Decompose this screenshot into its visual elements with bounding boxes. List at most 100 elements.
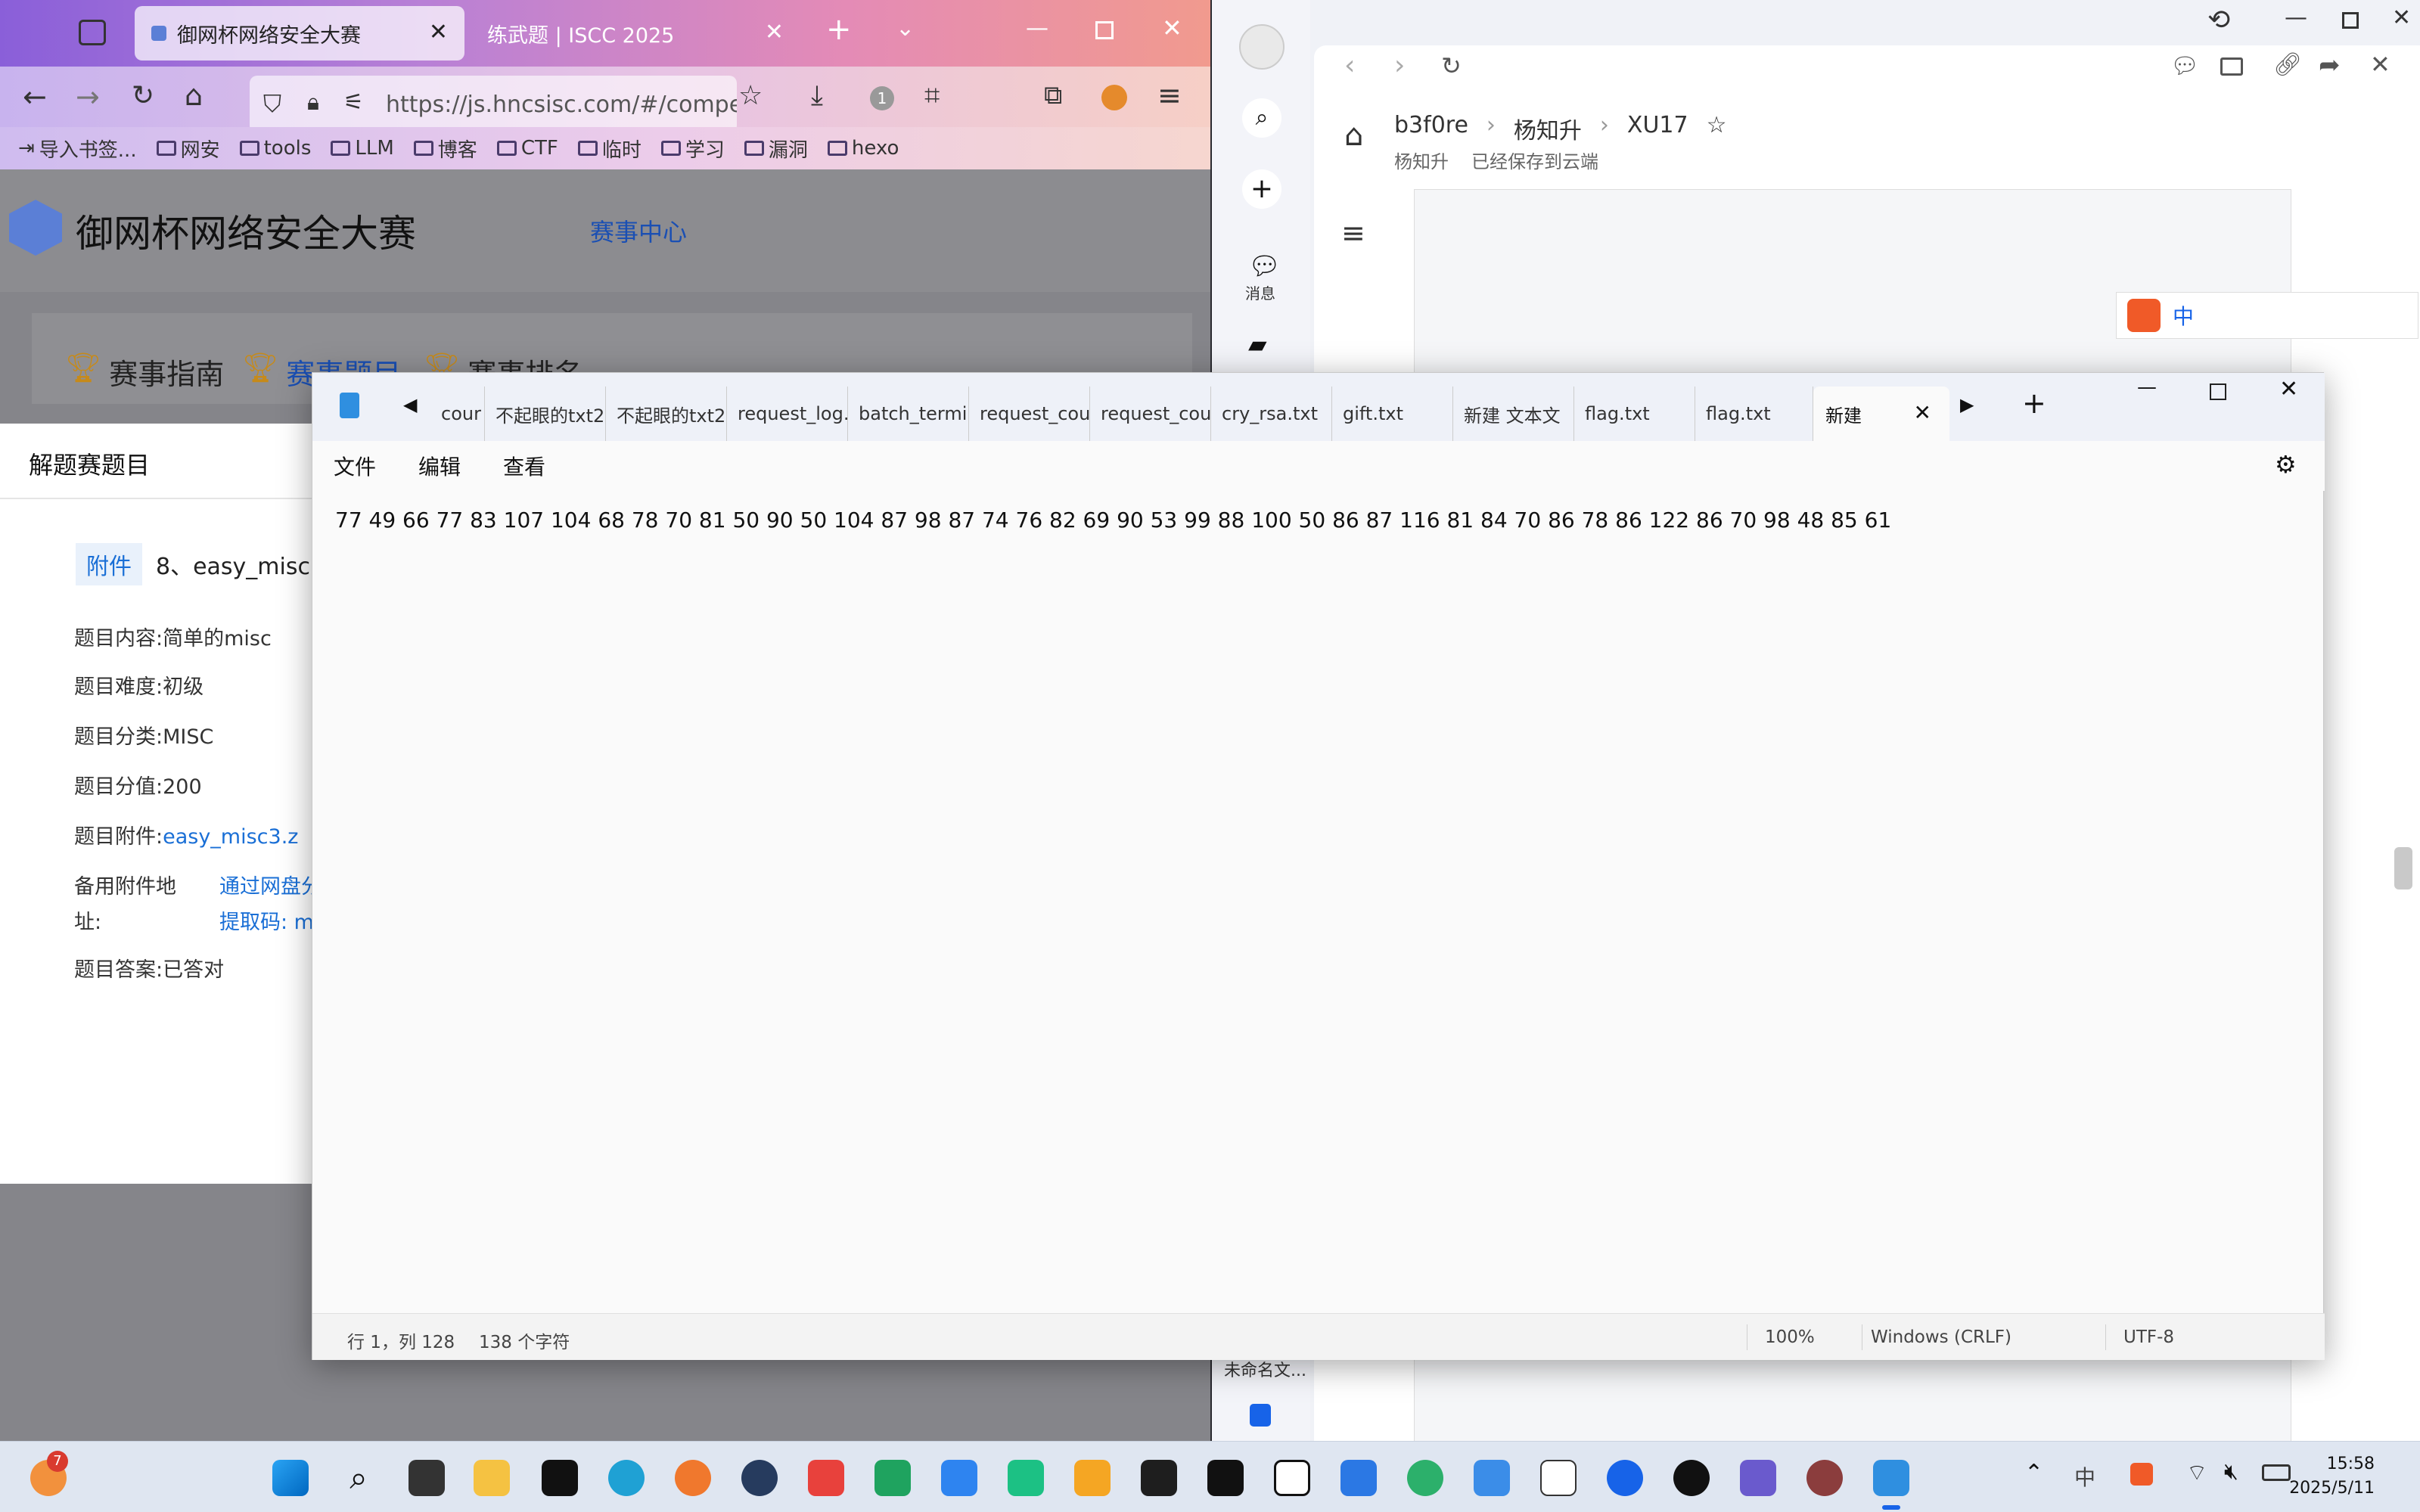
close-window-icon[interactable]: ✕: [2392, 5, 2411, 31]
bookmark-folder[interactable]: 博客: [413, 135, 477, 163]
app-icon[interactable]: [1607, 1460, 1643, 1496]
star-icon[interactable]: ☆: [738, 80, 763, 111]
close-tab-icon[interactable]: ✕: [429, 21, 448, 44]
notepad-tab[interactable]: gift.txt: [1332, 387, 1453, 441]
menu-view[interactable]: 查看: [503, 451, 545, 481]
zoom-level[interactable]: 100%: [1765, 1327, 1815, 1347]
task-view-icon[interactable]: [409, 1460, 445, 1496]
site-title[interactable]: 御网杯网络安全大赛: [76, 203, 416, 258]
browser-tab[interactable]: 练武题 | ISCC 2025 ✕: [471, 6, 800, 61]
home-icon[interactable]: ⌂: [1344, 118, 1363, 153]
scrollbar-thumb[interactable]: [2394, 847, 2412, 890]
app-icon[interactable]: [741, 1460, 778, 1496]
sogou-icon[interactable]: [2130, 1463, 2153, 1486]
search-icon[interactable]: ⌕: [1242, 98, 1281, 138]
bookmark-folder[interactable]: 网安: [156, 135, 220, 163]
notepad-tab[interactable]: flag.txt: [1695, 387, 1813, 441]
cloud-icon[interactable]: [941, 1460, 977, 1496]
menu-file[interactable]: 文件: [334, 451, 376, 481]
back-icon[interactable]: ←: [23, 80, 47, 113]
qq-icon[interactable]: [1673, 1460, 1710, 1496]
add-icon[interactable]: +: [1242, 169, 1281, 209]
breadcrumb-item[interactable]: XU17: [1627, 112, 1688, 145]
app-icon[interactable]: [1074, 1460, 1111, 1496]
typora-icon[interactable]: [1540, 1460, 1577, 1496]
battery-icon[interactable]: [2262, 1464, 2291, 1481]
start-icon[interactable]: [272, 1460, 309, 1496]
notepad-tab[interactable]: request_cour: [1090, 387, 1211, 441]
bookmark-folder[interactable]: 学习: [660, 135, 725, 163]
app-icon[interactable]: [1008, 1460, 1044, 1496]
attachment-link[interactable]: easy_misc3.z: [163, 825, 298, 849]
extract-code[interactable]: 提取码: m: [219, 905, 322, 935]
maximize-icon[interactable]: [1095, 21, 1114, 39]
bookmark-folder[interactable]: LLM: [331, 137, 394, 160]
url-bar[interactable]: ⛉ 🔒︎ ⚟ https://js.hncsisc.com/#/competit…: [250, 76, 737, 133]
site-logo[interactable]: [9, 200, 62, 256]
notepad-taskbar-icon[interactable]: [1873, 1460, 1909, 1496]
edge-icon[interactable]: [608, 1460, 645, 1496]
text-editor-content[interactable]: 77 49 66 77 83 107 104 68 78 70 81 50 90…: [335, 508, 1891, 532]
doc-icon[interactable]: [1250, 1404, 1271, 1427]
crop-icon[interactable]: ⌗: [924, 80, 940, 112]
permissions-icon[interactable]: ⚟: [343, 89, 364, 116]
ime-indicator[interactable]: 中: [2074, 1461, 2095, 1492]
comment-icon[interactable]: 💬︎: [2170, 53, 2199, 79]
notepad-tab[interactable]: 新建 文本文: [1453, 387, 1574, 441]
minimize-icon[interactable]: —: [2137, 376, 2157, 399]
app-icon[interactable]: [1806, 1460, 1843, 1496]
app-icon[interactable]: [1407, 1460, 1443, 1496]
app-icon[interactable]: [1207, 1460, 1244, 1496]
notepad-tab[interactable]: 不起眼的txt2: [485, 387, 606, 441]
avatar[interactable]: [1239, 24, 1285, 70]
fox-addon-icon[interactable]: [1101, 85, 1127, 110]
link-icon[interactable]: 🔗︎: [2273, 51, 2302, 78]
sheets-icon[interactable]: [874, 1460, 911, 1496]
close-tab-icon[interactable]: ✕: [765, 21, 784, 44]
owner[interactable]: 杨知升: [1394, 147, 1449, 173]
maximize-icon[interactable]: [2342, 12, 2359, 29]
minimize-icon[interactable]: —: [1026, 15, 1048, 42]
download-icon[interactable]: ⤓: [811, 80, 823, 112]
back-icon[interactable]: ‹: [1344, 50, 1355, 81]
home-icon[interactable]: ⌂: [185, 79, 203, 112]
notepad-tab[interactable]: request_cour: [969, 387, 1090, 441]
bookmark-folder[interactable]: hexo: [827, 137, 899, 160]
netdisk-link[interactable]: 通过网盘分: [219, 870, 322, 899]
scroll-right-icon[interactable]: ▶: [1960, 394, 1974, 415]
nav-guide[interactable]: 🏆︎ 赛事指南: [65, 351, 224, 393]
maximize-icon[interactable]: [2210, 383, 2226, 400]
extensions-icon[interactable]: ⧉: [1044, 80, 1062, 110]
app-icon[interactable]: [542, 1460, 578, 1496]
video-icon[interactable]: ▰: [1248, 330, 1267, 359]
close-tab-icon[interactable]: ✕: [1914, 400, 1931, 425]
star-icon[interactable]: ☆: [1707, 112, 1727, 145]
breadcrumb-item[interactable]: 杨知升: [1514, 112, 1582, 145]
embedded-image-bottom[interactable]: [1414, 1358, 2291, 1441]
notepad-tab[interactable]: batch_termir: [848, 387, 969, 441]
app-icon[interactable]: [1740, 1460, 1776, 1496]
clock[interactable]: 15:58 2025/5/11: [2289, 1452, 2375, 1501]
shield-icon[interactable]: ⛉: [263, 89, 281, 119]
encoding[interactable]: UTF-8: [2123, 1327, 2174, 1347]
notepad-tab-active[interactable]: 新建 ✕: [1813, 387, 1949, 441]
lock-icon[interactable]: 🔒︎: [307, 89, 319, 116]
file-explorer-icon[interactable]: [474, 1460, 510, 1496]
close-window-icon[interactable]: ✕: [1162, 14, 1182, 42]
scroll-left-icon[interactable]: ◀: [403, 394, 417, 415]
window-icon[interactable]: [2220, 57, 2243, 76]
close-window-icon[interactable]: ✕: [2279, 376, 2298, 402]
attachment-tag[interactable]: 附件: [76, 543, 142, 585]
notepad-tab[interactable]: request_log.t: [727, 387, 848, 441]
app-icon[interactable]: [1474, 1460, 1510, 1496]
browser-tab-active[interactable]: 御网杯网络安全大赛 ✕: [135, 6, 464, 61]
bottom-doc-label[interactable]: 未命名文...: [1224, 1357, 1306, 1381]
forward-icon[interactable]: →: [76, 80, 100, 113]
chevron-up-icon[interactable]: ⌃: [2024, 1460, 2043, 1486]
line-ending[interactable]: Windows (CRLF): [1871, 1327, 2011, 1347]
menu-icon[interactable]: ≡: [1157, 79, 1182, 112]
forward-icon[interactable]: ›: [1394, 50, 1405, 81]
bookmark-folder[interactable]: tools: [239, 137, 311, 160]
menu-edit[interactable]: 编辑: [418, 451, 461, 481]
history-icon[interactable]: ⟲: [2207, 5, 2230, 36]
